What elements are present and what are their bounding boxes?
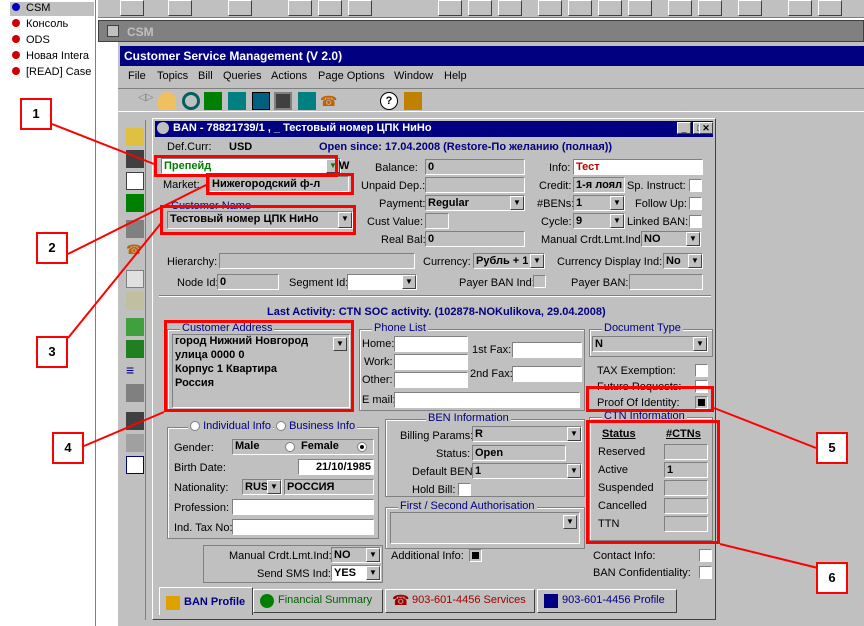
callout-2: 2 — [36, 232, 68, 264]
callout-3: 3 — [36, 336, 68, 368]
callout-arrows — [51, 123, 819, 569]
callout-5: 5 — [816, 432, 848, 464]
callout-4: 4 — [52, 432, 84, 464]
callout-6: 6 — [816, 562, 848, 594]
callout-1: 1 — [20, 98, 52, 130]
